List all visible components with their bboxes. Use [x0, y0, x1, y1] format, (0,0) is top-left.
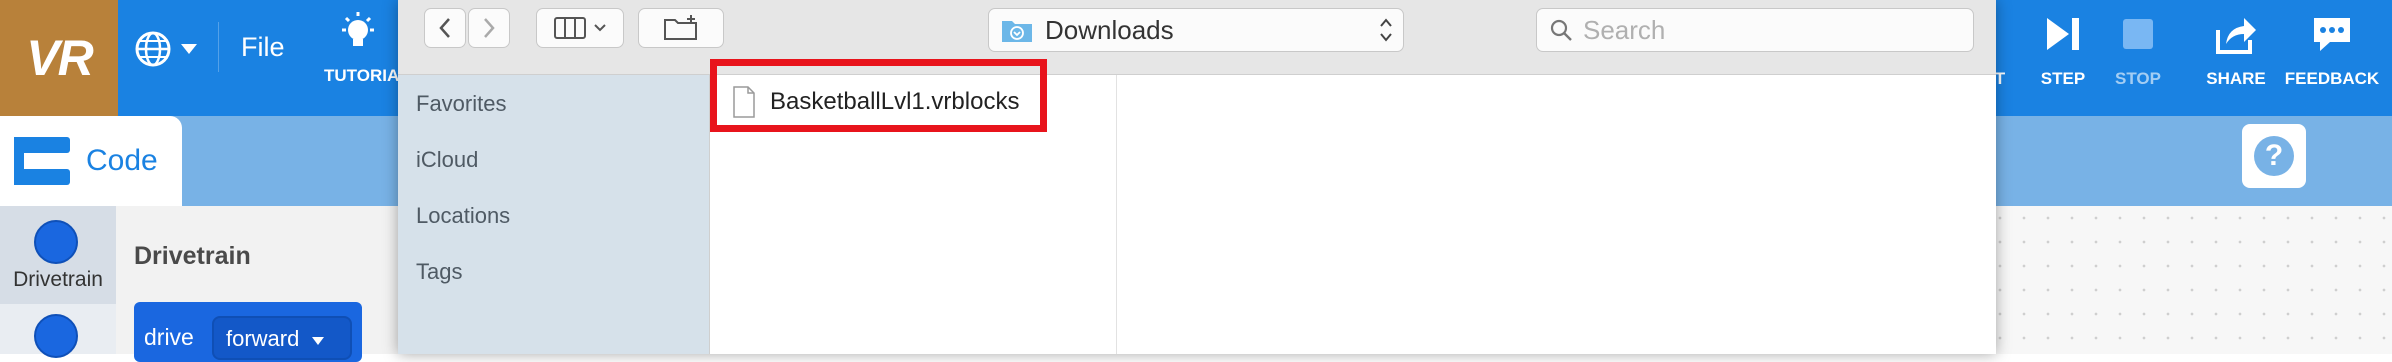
share-icon [2216, 18, 2256, 54]
feedback-icon [2314, 18, 2350, 51]
vexcode-vr-logo: VR [0, 0, 118, 116]
view-mode-button[interactable] [536, 8, 624, 48]
annotation-highlight-box [710, 59, 1047, 132]
step-button[interactable]: STEP [2030, 8, 2096, 108]
location-value: Downloads [1045, 14, 1174, 45]
chevron-down-icon [594, 24, 606, 32]
feedback-button[interactable]: FEEDBACK [2282, 8, 2382, 108]
stop-label: STOP [2115, 69, 2161, 88]
step-icon [2047, 18, 2079, 50]
share-button[interactable]: SHARE [2198, 8, 2274, 108]
stop-button[interactable]: STOP [2108, 8, 2168, 108]
chevron-right-icon [484, 18, 495, 38]
lightbulb-icon [342, 12, 374, 46]
step-label: STEP [2040, 69, 2086, 88]
search-field[interactable] [1536, 8, 1974, 52]
chevron-down-icon [312, 337, 325, 345]
dialog-toolbar: Downloads [398, 0, 1996, 75]
up-down-chevron-icon [1380, 18, 1392, 42]
drive-block-command: drive [144, 324, 194, 350]
sidebar-item-icloud[interactable]: iCloud [416, 147, 478, 173]
sidebar-item-favorites[interactable]: Favorites [416, 91, 506, 117]
globe-icon [135, 31, 171, 67]
sidebar-item-locations[interactable]: Locations [416, 203, 510, 229]
stop-icon [2123, 19, 2153, 49]
language-menu-button[interactable] [134, 24, 206, 74]
open-file-dialog: Downloads Favorites iCloud Locations Tag… [398, 0, 1996, 354]
logo-text: VR [26, 30, 93, 86]
downloads-folder-icon [1002, 21, 1032, 42]
tutorials-button[interactable]: TUTORIALS [318, 10, 421, 90]
drivetrain-category-dot-icon [34, 220, 78, 264]
file-menu-label: File [241, 31, 285, 62]
dialog-sidebar: Favorites iCloud Locations Tags [398, 75, 710, 354]
code-tab[interactable]: Code [0, 116, 182, 206]
code-blocks-icon [14, 137, 70, 185]
category-drivetrain-label: Drivetrain [13, 268, 103, 291]
question-mark-icon: ? [2254, 136, 2294, 176]
search-icon [1550, 19, 1572, 41]
new-folder-icon [664, 15, 697, 40]
new-folder-button[interactable] [638, 8, 724, 48]
sidebar-item-tags[interactable]: Tags [416, 259, 462, 285]
drive-direction-dropdown[interactable]: forward [212, 316, 352, 360]
drive-block[interactable]: drive forward [134, 302, 362, 362]
feedback-label: FEEDBACK [2284, 69, 2380, 88]
palette-section-title: Drivetrain [134, 242, 251, 270]
chevron-left-icon [439, 18, 450, 38]
column-view-icon [554, 17, 586, 39]
drive-direction-value: forward [226, 326, 300, 351]
share-label: SHARE [2206, 69, 2266, 88]
chevron-down-icon [181, 44, 197, 54]
forward-button[interactable] [468, 8, 510, 48]
file-menu-button[interactable]: File [218, 22, 285, 72]
help-button[interactable]: ? [2242, 124, 2306, 188]
back-button[interactable] [424, 8, 466, 48]
search-input[interactable] [1583, 14, 1963, 46]
location-dropdown[interactable]: Downloads [988, 8, 1404, 52]
code-tab-label: Code [86, 144, 158, 177]
motion-category-dot-icon[interactable] [34, 314, 78, 358]
